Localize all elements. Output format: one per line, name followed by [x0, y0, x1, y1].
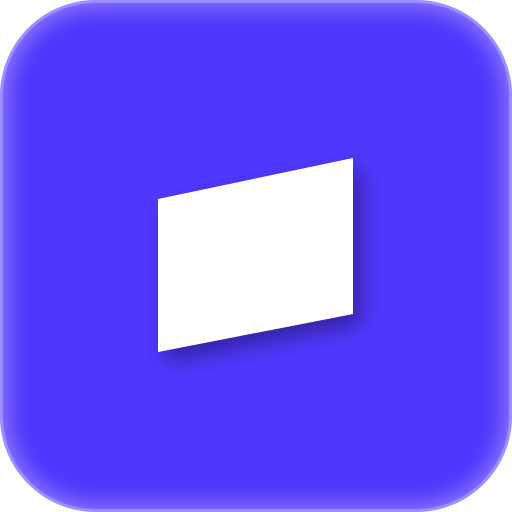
parallelogram-card-icon: [158, 158, 353, 352]
app-icon-container: [0, 0, 512, 512]
app-icon-artwork: [158, 158, 353, 352]
app-icon[interactable]: [0, 0, 512, 512]
